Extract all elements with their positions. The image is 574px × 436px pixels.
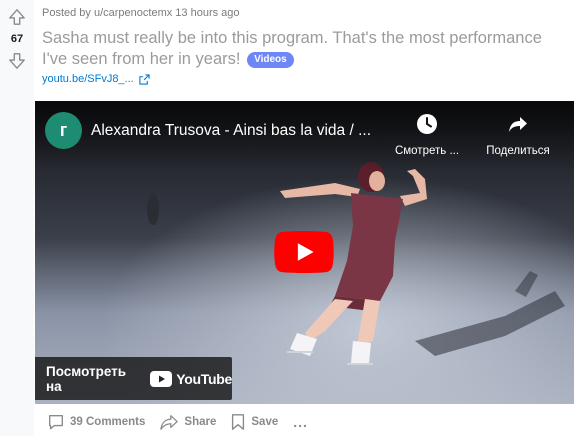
vote-column: 67 — [0, 0, 34, 436]
post-title[interactable]: Sasha must really be into this program. … — [42, 28, 557, 70]
share-arrow-icon — [509, 117, 527, 132]
bookmark-icon — [232, 414, 245, 430]
clock-icon — [417, 114, 437, 134]
video-share-label: Поделиться — [486, 145, 550, 157]
more-dots-icon[interactable]: ... — [287, 410, 314, 434]
share-icon — [160, 415, 179, 430]
watch-on-label: Посмотреть на — [46, 363, 127, 394]
youtube-logo: YouTube — [150, 370, 232, 387]
downvote-button[interactable] — [7, 51, 27, 71]
link-text[interactable]: youtu.be/SFvJ8_... — [42, 73, 134, 85]
upvote-button[interactable] — [7, 7, 27, 27]
save-label: Save — [251, 416, 279, 428]
comments-label: 39 Comments — [70, 416, 146, 428]
watch-on-youtube-button[interactable]: Посмотреть на YouTube — [35, 357, 232, 400]
post-flair[interactable]: Videos — [247, 52, 294, 68]
play-button[interactable] — [274, 231, 334, 273]
watch-later-button[interactable]: Смотреть ... — [382, 111, 472, 157]
video-share-button[interactable]: Поделиться — [473, 111, 563, 157]
upvote-arrow-icon — [9, 9, 25, 25]
vote-count: 67 — [10, 33, 24, 45]
post-actions: 39 Comments Share Save ... — [42, 408, 314, 436]
post-meta: Posted by u/carpenoctemx 13 hours ago — [42, 7, 240, 19]
comment-icon — [49, 415, 63, 430]
external-link[interactable]: youtu.be/SFvJ8_... — [42, 73, 150, 85]
video-title[interactable]: Alexandra Trusova - Ainsi bas la vida / … — [91, 122, 371, 140]
video-embed[interactable]: г Alexandra Trusova - Ainsi bas la vida … — [35, 101, 574, 404]
external-link-icon — [139, 73, 150, 85]
share-button[interactable]: Share — [154, 409, 221, 435]
watch-later-label: Смотреть ... — [394, 145, 460, 157]
channel-avatar[interactable]: г — [45, 112, 82, 149]
comments-button[interactable]: 39 Comments — [42, 409, 150, 435]
downvote-arrow-icon — [9, 53, 25, 69]
save-button[interactable]: Save — [225, 409, 283, 435]
youtube-wordmark: YouTube — [176, 370, 232, 387]
youtube-logo-icon — [150, 370, 173, 387]
share-label: Share — [184, 416, 217, 428]
